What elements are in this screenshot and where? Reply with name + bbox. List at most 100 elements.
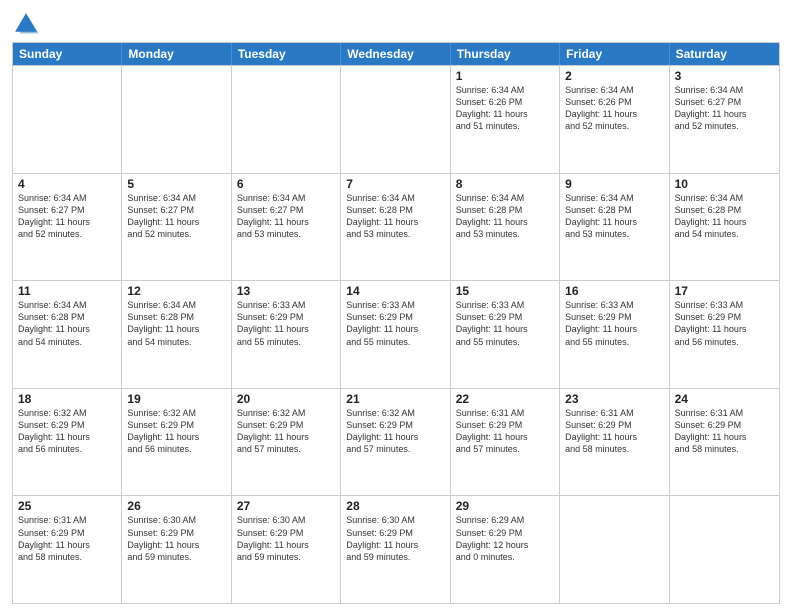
logo [12, 10, 44, 38]
page: SundayMondayTuesdayWednesdayThursdayFrid… [0, 0, 792, 612]
calendar-header-cell: Thursday [451, 43, 560, 65]
cell-info: Sunrise: 6:32 AM Sunset: 6:29 PM Dayligh… [237, 407, 335, 456]
calendar-week-0: 1Sunrise: 6:34 AM Sunset: 6:26 PM Daylig… [13, 65, 779, 173]
cell-day-number: 15 [456, 284, 554, 298]
calendar-header-row: SundayMondayTuesdayWednesdayThursdayFrid… [13, 43, 779, 65]
cell-info: Sunrise: 6:30 AM Sunset: 6:29 PM Dayligh… [127, 514, 225, 563]
calendar-cell: 9Sunrise: 6:34 AM Sunset: 6:28 PM Daylig… [560, 174, 669, 281]
calendar-cell: 22Sunrise: 6:31 AM Sunset: 6:29 PM Dayli… [451, 389, 560, 496]
cell-info: Sunrise: 6:31 AM Sunset: 6:29 PM Dayligh… [675, 407, 774, 456]
calendar-cell: 17Sunrise: 6:33 AM Sunset: 6:29 PM Dayli… [670, 281, 779, 388]
calendar-cell: 16Sunrise: 6:33 AM Sunset: 6:29 PM Dayli… [560, 281, 669, 388]
calendar-cell: 2Sunrise: 6:34 AM Sunset: 6:26 PM Daylig… [560, 66, 669, 173]
calendar-cell [122, 66, 231, 173]
calendar-cell: 1Sunrise: 6:34 AM Sunset: 6:26 PM Daylig… [451, 66, 560, 173]
cell-day-number: 3 [675, 69, 774, 83]
calendar-cell: 20Sunrise: 6:32 AM Sunset: 6:29 PM Dayli… [232, 389, 341, 496]
cell-info: Sunrise: 6:34 AM Sunset: 6:27 PM Dayligh… [127, 192, 225, 241]
cell-day-number: 2 [565, 69, 663, 83]
cell-info: Sunrise: 6:34 AM Sunset: 6:27 PM Dayligh… [237, 192, 335, 241]
cell-day-number: 27 [237, 499, 335, 513]
calendar-cell: 3Sunrise: 6:34 AM Sunset: 6:27 PM Daylig… [670, 66, 779, 173]
calendar-cell: 24Sunrise: 6:31 AM Sunset: 6:29 PM Dayli… [670, 389, 779, 496]
cell-day-number: 7 [346, 177, 444, 191]
calendar-cell: 28Sunrise: 6:30 AM Sunset: 6:29 PM Dayli… [341, 496, 450, 603]
cell-info: Sunrise: 6:31 AM Sunset: 6:29 PM Dayligh… [18, 514, 116, 563]
calendar-body: 1Sunrise: 6:34 AM Sunset: 6:26 PM Daylig… [13, 65, 779, 603]
calendar-cell: 29Sunrise: 6:29 AM Sunset: 6:29 PM Dayli… [451, 496, 560, 603]
calendar-week-1: 4Sunrise: 6:34 AM Sunset: 6:27 PM Daylig… [13, 173, 779, 281]
cell-day-number: 18 [18, 392, 116, 406]
cell-day-number: 10 [675, 177, 774, 191]
cell-day-number: 22 [456, 392, 554, 406]
cell-info: Sunrise: 6:34 AM Sunset: 6:28 PM Dayligh… [565, 192, 663, 241]
cell-info: Sunrise: 6:31 AM Sunset: 6:29 PM Dayligh… [565, 407, 663, 456]
calendar-cell [232, 66, 341, 173]
calendar-cell: 7Sunrise: 6:34 AM Sunset: 6:28 PM Daylig… [341, 174, 450, 281]
cell-day-number: 25 [18, 499, 116, 513]
header [12, 10, 780, 38]
cell-day-number: 28 [346, 499, 444, 513]
calendar-cell: 23Sunrise: 6:31 AM Sunset: 6:29 PM Dayli… [560, 389, 669, 496]
cell-day-number: 23 [565, 392, 663, 406]
calendar-week-4: 25Sunrise: 6:31 AM Sunset: 6:29 PM Dayli… [13, 495, 779, 603]
cell-info: Sunrise: 6:33 AM Sunset: 6:29 PM Dayligh… [456, 299, 554, 348]
cell-day-number: 5 [127, 177, 225, 191]
cell-info: Sunrise: 6:31 AM Sunset: 6:29 PM Dayligh… [456, 407, 554, 456]
calendar-week-2: 11Sunrise: 6:34 AM Sunset: 6:28 PM Dayli… [13, 280, 779, 388]
cell-day-number: 6 [237, 177, 335, 191]
calendar-week-3: 18Sunrise: 6:32 AM Sunset: 6:29 PM Dayli… [13, 388, 779, 496]
calendar-cell [560, 496, 669, 603]
logo-icon [12, 10, 40, 38]
cell-info: Sunrise: 6:34 AM Sunset: 6:26 PM Dayligh… [456, 84, 554, 133]
calendar-cell: 10Sunrise: 6:34 AM Sunset: 6:28 PM Dayli… [670, 174, 779, 281]
calendar-header-cell: Saturday [670, 43, 779, 65]
calendar-cell: 15Sunrise: 6:33 AM Sunset: 6:29 PM Dayli… [451, 281, 560, 388]
cell-day-number: 29 [456, 499, 554, 513]
cell-day-number: 1 [456, 69, 554, 83]
cell-info: Sunrise: 6:34 AM Sunset: 6:26 PM Dayligh… [565, 84, 663, 133]
calendar-cell [341, 66, 450, 173]
calendar-cell: 19Sunrise: 6:32 AM Sunset: 6:29 PM Dayli… [122, 389, 231, 496]
cell-info: Sunrise: 6:32 AM Sunset: 6:29 PM Dayligh… [346, 407, 444, 456]
cell-day-number: 4 [18, 177, 116, 191]
calendar-cell: 14Sunrise: 6:33 AM Sunset: 6:29 PM Dayli… [341, 281, 450, 388]
cell-info: Sunrise: 6:33 AM Sunset: 6:29 PM Dayligh… [346, 299, 444, 348]
cell-day-number: 14 [346, 284, 444, 298]
cell-day-number: 24 [675, 392, 774, 406]
calendar-cell: 25Sunrise: 6:31 AM Sunset: 6:29 PM Dayli… [13, 496, 122, 603]
calendar-cell: 26Sunrise: 6:30 AM Sunset: 6:29 PM Dayli… [122, 496, 231, 603]
calendar-cell: 13Sunrise: 6:33 AM Sunset: 6:29 PM Dayli… [232, 281, 341, 388]
cell-day-number: 12 [127, 284, 225, 298]
cell-info: Sunrise: 6:34 AM Sunset: 6:27 PM Dayligh… [675, 84, 774, 133]
cell-info: Sunrise: 6:34 AM Sunset: 6:27 PM Dayligh… [18, 192, 116, 241]
cell-day-number: 16 [565, 284, 663, 298]
cell-info: Sunrise: 6:34 AM Sunset: 6:28 PM Dayligh… [18, 299, 116, 348]
cell-info: Sunrise: 6:34 AM Sunset: 6:28 PM Dayligh… [127, 299, 225, 348]
cell-info: Sunrise: 6:33 AM Sunset: 6:29 PM Dayligh… [565, 299, 663, 348]
cell-day-number: 9 [565, 177, 663, 191]
calendar-cell: 5Sunrise: 6:34 AM Sunset: 6:27 PM Daylig… [122, 174, 231, 281]
cell-info: Sunrise: 6:34 AM Sunset: 6:28 PM Dayligh… [675, 192, 774, 241]
cell-info: Sunrise: 6:32 AM Sunset: 6:29 PM Dayligh… [127, 407, 225, 456]
calendar-header-cell: Wednesday [341, 43, 450, 65]
cell-day-number: 13 [237, 284, 335, 298]
cell-info: Sunrise: 6:30 AM Sunset: 6:29 PM Dayligh… [237, 514, 335, 563]
cell-day-number: 20 [237, 392, 335, 406]
calendar-header-cell: Tuesday [232, 43, 341, 65]
calendar-cell [13, 66, 122, 173]
cell-day-number: 21 [346, 392, 444, 406]
calendar-header-cell: Sunday [13, 43, 122, 65]
cell-info: Sunrise: 6:30 AM Sunset: 6:29 PM Dayligh… [346, 514, 444, 563]
cell-info: Sunrise: 6:29 AM Sunset: 6:29 PM Dayligh… [456, 514, 554, 563]
calendar-cell: 8Sunrise: 6:34 AM Sunset: 6:28 PM Daylig… [451, 174, 560, 281]
cell-day-number: 26 [127, 499, 225, 513]
calendar-cell: 18Sunrise: 6:32 AM Sunset: 6:29 PM Dayli… [13, 389, 122, 496]
cell-info: Sunrise: 6:32 AM Sunset: 6:29 PM Dayligh… [18, 407, 116, 456]
cell-day-number: 8 [456, 177, 554, 191]
cell-day-number: 11 [18, 284, 116, 298]
cell-info: Sunrise: 6:34 AM Sunset: 6:28 PM Dayligh… [456, 192, 554, 241]
calendar-header-cell: Monday [122, 43, 231, 65]
calendar-cell: 6Sunrise: 6:34 AM Sunset: 6:27 PM Daylig… [232, 174, 341, 281]
cell-info: Sunrise: 6:33 AM Sunset: 6:29 PM Dayligh… [237, 299, 335, 348]
